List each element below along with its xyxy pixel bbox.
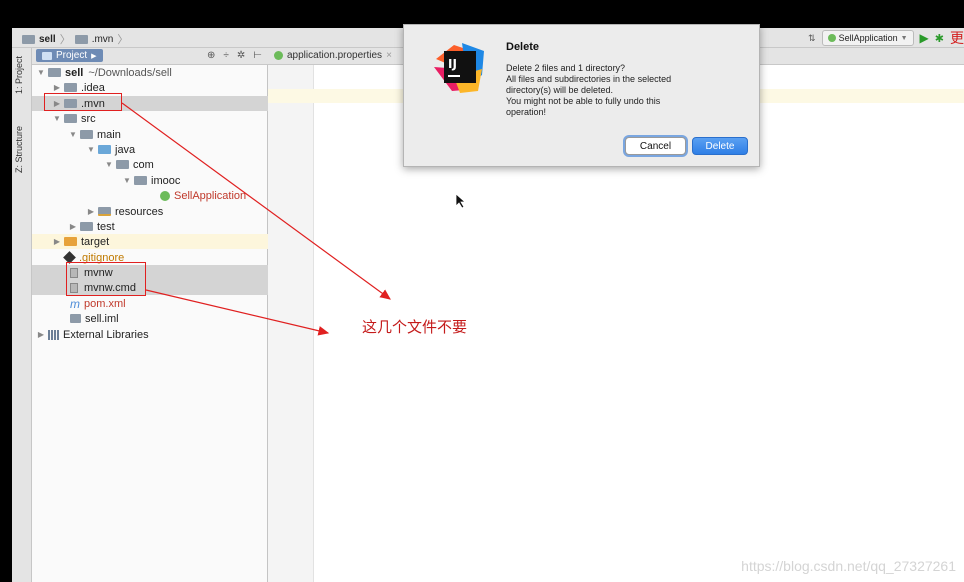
annotation-note: 这几个文件不要 bbox=[362, 318, 468, 336]
annotation-arrow bbox=[121, 102, 391, 300]
annotation-arrow bbox=[145, 289, 330, 336]
annotation-arrows bbox=[121, 102, 391, 336]
mouse-cursor-icon bbox=[455, 193, 467, 209]
watermark: https://blog.csdn.net/qq_27327261 bbox=[741, 558, 956, 574]
